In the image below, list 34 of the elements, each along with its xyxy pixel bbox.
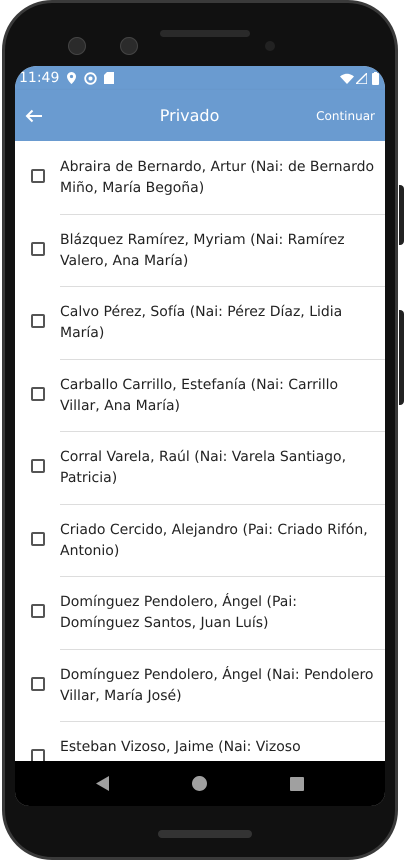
checkbox[interactable]: [30, 242, 44, 256]
back-icon[interactable]: [96, 776, 110, 791]
battery-icon: [372, 72, 379, 84]
person-label: Corral Varela, Raúl (Nai: Varela Santiago, Patricia): [60, 448, 348, 488]
person-label: Blázquez Ramírez, Myriam (Nai: Ramírez Valero, Ana María): [60, 230, 346, 270]
checkbox[interactable]: [30, 459, 44, 473]
camera-icon: [68, 37, 86, 55]
person-label: Domínguez Pendolero, Ángel (Pai: Domínguez Santos, Juan Luís): [60, 592, 298, 633]
checkbox[interactable]: [30, 386, 44, 400]
checkbox[interactable]: [30, 676, 44, 690]
person-label: Esteban Vizoso, Jaime (Nai: Vizoso: [60, 738, 302, 757]
back-arrow-icon[interactable]: [25, 108, 43, 122]
screen-title: Privado: [158, 104, 220, 126]
checkbox[interactable]: [30, 314, 44, 328]
recents-icon[interactable]: [290, 776, 304, 790]
person-label: Calvo Pérez, Sofía (Nai: Pérez Díaz, Lidia María): [60, 303, 344, 343]
person-label: Abraira de Bernardo, Artur (Nai: de Bernardo Miño, María Begoña): [60, 158, 376, 198]
person-label: Carballo Carrillo, Estefanía (Nai: Carrillo Villar, Ana María): [60, 376, 340, 416]
sync-icon: [84, 72, 98, 84]
status-time: 11:49: [19, 68, 60, 88]
side-button[interactable]: [399, 185, 404, 245]
checkbox[interactable]: [30, 749, 44, 761]
continue-button[interactable]: Continuar: [316, 106, 375, 124]
camera-icon: [120, 37, 138, 55]
person-label: Domínguez Pendolero, Ángel (Nai: Pendolero Villar, María José): [60, 665, 374, 706]
signal-icon: [356, 72, 367, 84]
location-icon: [67, 72, 76, 84]
wifi-icon: [340, 72, 354, 84]
person-label: Criado Cercido, Alejandro (Pai: Criado Rifón, Antonio): [60, 520, 369, 560]
home-icon[interactable]: [192, 776, 207, 791]
checkbox[interactable]: [30, 532, 44, 546]
sd-card-icon: [104, 72, 114, 84]
checkbox[interactable]: [30, 169, 44, 183]
checkbox[interactable]: [30, 604, 44, 618]
